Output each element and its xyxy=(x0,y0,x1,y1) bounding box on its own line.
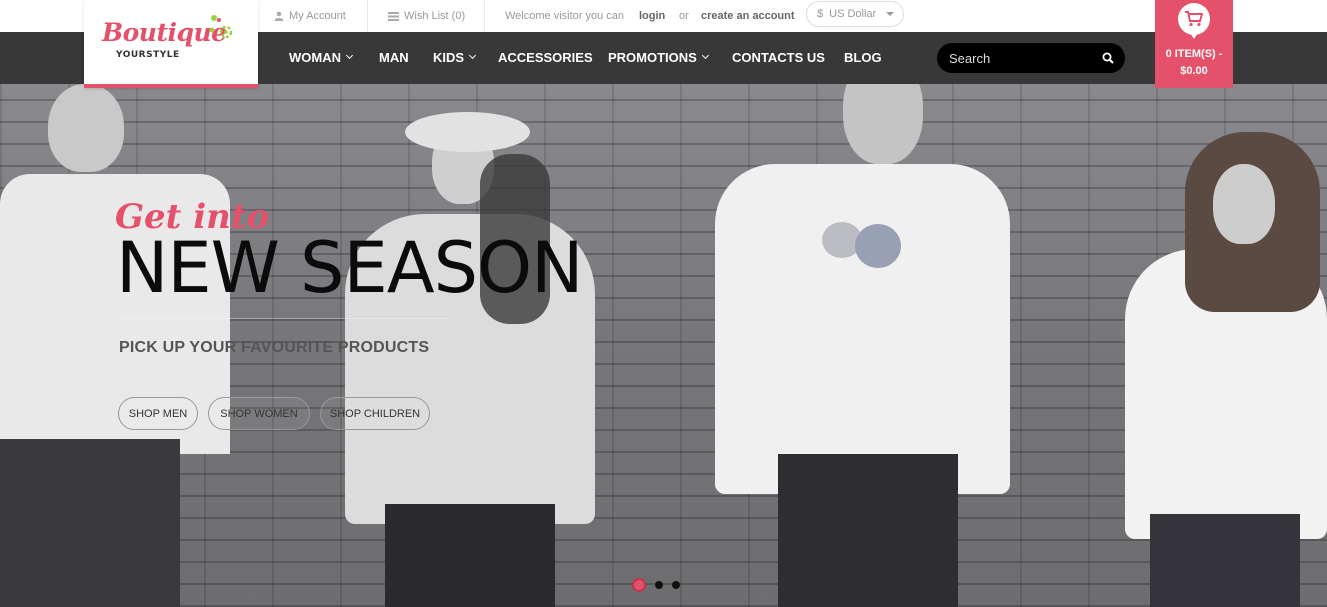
welcome-text: Welcome visitor you can xyxy=(505,0,624,32)
slider-dot-2[interactable] xyxy=(655,581,663,589)
create-account-link[interactable]: create an account xyxy=(701,0,795,32)
slider-pagination xyxy=(632,578,680,592)
currency-label: US Dollar xyxy=(829,8,877,20)
flower-icon xyxy=(209,15,233,39)
my-account-link[interactable]: My Account xyxy=(274,0,346,32)
hero-subtitle: PICK UP YOUR FAVOURITE PRODUCTS xyxy=(119,339,430,356)
site-logo[interactable]: Boutique YOURSTYLE xyxy=(84,0,258,88)
wish-list-label: Wish List (0) xyxy=(404,10,466,22)
cart-icon-circle xyxy=(1178,3,1210,35)
nav-item-accessories[interactable]: ACCESSORIES xyxy=(498,32,593,82)
shop-women-button[interactable]: SHOP WOMEN xyxy=(208,397,310,430)
search-icon[interactable] xyxy=(1102,52,1114,64)
slider-dot-1[interactable] xyxy=(632,578,646,592)
shopping-cart-icon xyxy=(1185,11,1203,27)
or-text: or xyxy=(679,0,689,32)
caret-down-icon xyxy=(886,12,895,16)
shop-men-button[interactable]: SHOP MEN xyxy=(118,397,198,430)
user-icon xyxy=(274,11,284,21)
nav-contacts-label: CONTACTS US xyxy=(732,49,825,65)
nav-kids-label: KIDS xyxy=(433,49,465,65)
nav-man-label: MAN xyxy=(379,49,409,65)
wish-list-link[interactable]: Wish List (0) xyxy=(388,0,465,32)
cart-total: $0.00 xyxy=(1180,65,1208,77)
nav-item-promotions[interactable]: PROMOTIONS xyxy=(608,32,709,82)
nav-item-blog[interactable]: BLOG xyxy=(844,32,882,82)
cart-items: 0 ITEM(S) - xyxy=(1165,48,1223,60)
search-input[interactable] xyxy=(949,50,1089,66)
nav-woman-label: WOMAN xyxy=(289,49,341,65)
login-link[interactable]: login xyxy=(639,0,665,32)
login-label: login xyxy=(639,10,666,22)
chevron-down-icon xyxy=(701,51,709,60)
nav-item-contacts[interactable]: CONTACTS US xyxy=(732,32,825,82)
cart-button[interactable]: 0 ITEM(S) - $0.00 xyxy=(1155,0,1233,88)
currency-symbol: $ xyxy=(817,8,824,20)
shop-children-button[interactable]: SHOP CHILDREN xyxy=(320,397,430,430)
chevron-down-icon xyxy=(469,51,477,60)
hero-slider: Get into NEW SEASON PICK UP YOUR FAVOURI… xyxy=(0,84,1327,607)
nav-accessories-label: ACCESSORIES xyxy=(498,49,593,65)
slider-dot-3[interactable] xyxy=(672,581,680,589)
logo-tagline: YOURSTYLE xyxy=(116,50,180,60)
nav-item-woman[interactable]: WOMAN xyxy=(289,32,354,82)
nav-item-man[interactable]: MAN xyxy=(379,32,409,82)
cart-pointer xyxy=(1190,33,1198,39)
create-account-label: create an account xyxy=(701,10,795,22)
hero-divider xyxy=(118,318,448,319)
search-box xyxy=(937,43,1125,73)
nav-blog-label: BLOG xyxy=(844,49,882,65)
or-label: or xyxy=(679,10,689,22)
welcome-label: Welcome visitor you can xyxy=(505,10,625,22)
nav-item-kids[interactable]: KIDS xyxy=(433,32,477,82)
nav-promotions-label: PROMOTIONS xyxy=(608,49,697,65)
chevron-down-icon xyxy=(345,51,354,60)
my-account-label: My Account xyxy=(289,10,346,22)
list-icon xyxy=(388,11,399,21)
currency-select[interactable]: $ US Dollar xyxy=(806,1,904,27)
hero-title: NEW SEASON xyxy=(116,227,583,309)
